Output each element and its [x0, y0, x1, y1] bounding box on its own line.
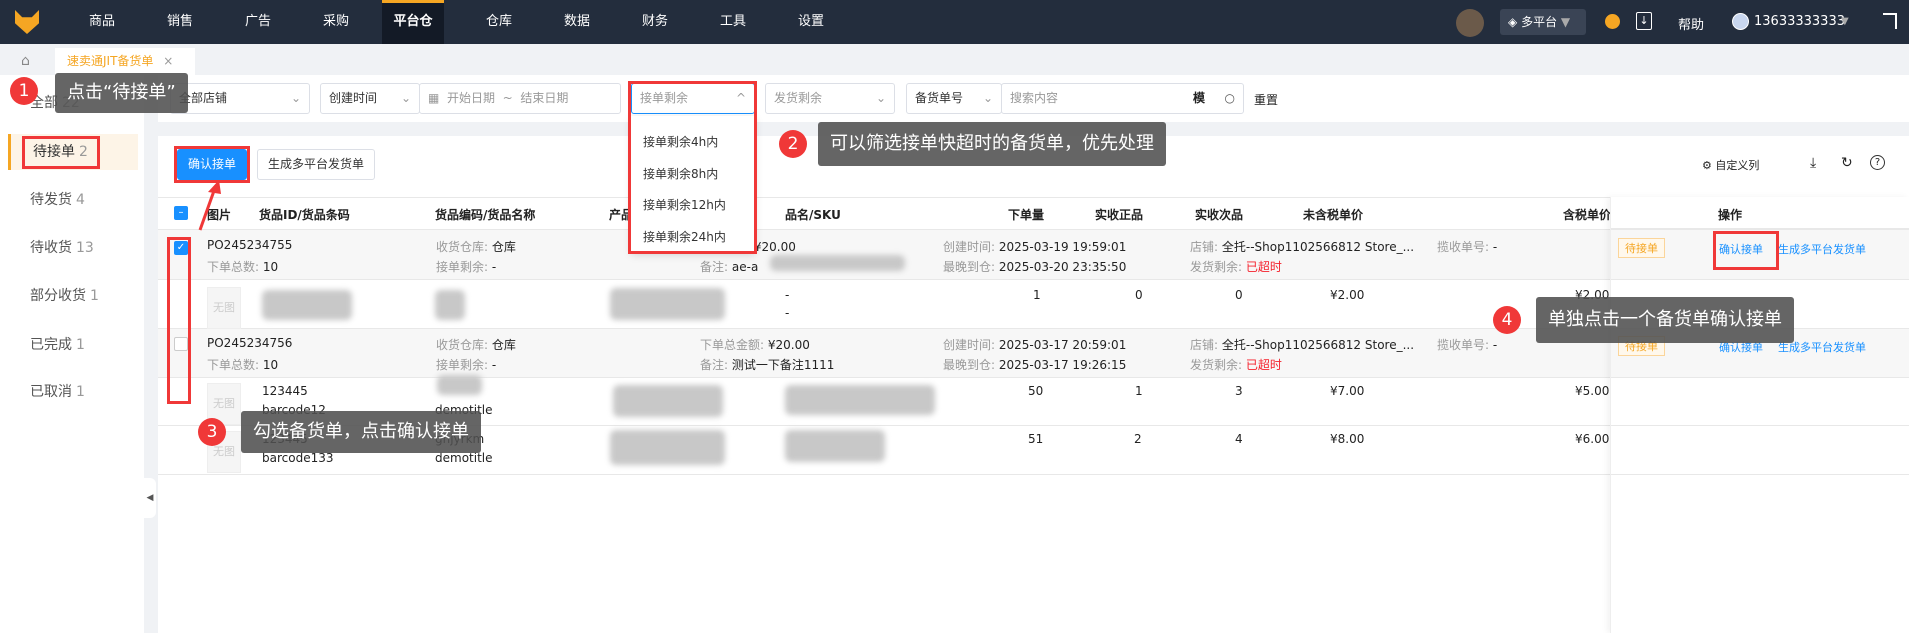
search-icon[interactable]: ○ — [1225, 84, 1235, 113]
order-warehouse: 仓库 — [491, 240, 516, 254]
shop-select[interactable]: 全部店铺 ⌄ — [170, 83, 310, 114]
nav-item-data[interactable]: 数据 — [547, 0, 607, 44]
col-order-qty: 下单量 — [1008, 208, 1045, 222]
highlight-box — [167, 237, 191, 404]
annotation-4-badge: 4 — [1493, 306, 1521, 334]
highlight-box — [628, 81, 757, 254]
col-item-id: 货品ID/货品条码 — [259, 208, 350, 222]
fuzzy-toggle[interactable]: 模 — [1193, 84, 1205, 113]
col-sku: 品名/SKU — [785, 208, 841, 222]
col-actions: 操作 — [1718, 208, 1743, 222]
date-range-input[interactable]: ▦ 开始日期 ~ 结束日期 — [419, 83, 621, 114]
col-received-good: 实收正品 — [1095, 208, 1144, 222]
home-icon[interactable]: ⌂ — [21, 53, 30, 69]
col-price-ex-tax: 未含税单价 — [1303, 208, 1364, 222]
user-name[interactable]: 13633333333 — [1754, 14, 1845, 29]
annotation-3-badge: 3 — [198, 418, 226, 446]
sidebar-item-pending-receive[interactable]: 待收货 13 — [8, 230, 138, 266]
annotation-4-text: 单独点击一个备货单确认接单 — [1536, 297, 1794, 343]
collapse-sidebar-handle[interactable]: ◀ — [144, 478, 156, 518]
no-image-placeholder: 无图 — [207, 287, 241, 329]
platform-switch[interactable]: ◈ 多平台 ▼ — [1500, 9, 1586, 35]
reset-button[interactable]: 重置 — [1254, 91, 1278, 108]
chevron-down-icon: ⌄ — [400, 91, 411, 105]
nav-item-ads[interactable]: 广告 — [228, 0, 288, 44]
sidebar-item-pending-ship[interactable]: 待发货 4 — [8, 182, 138, 218]
filter-bar: 全部店铺 ⌄ 创建时间 ⌄ ▦ 开始日期 ~ 结束日期 接单剩余 ^ 发货剩余 ⌄ 备货… — [158, 75, 1909, 122]
platform-icon: ◈ — [1508, 15, 1518, 29]
order-po: PO245234755 — [207, 238, 293, 252]
chevron-down-icon: ⌄ — [982, 91, 993, 105]
status-badge: 待接单 — [1618, 238, 1665, 258]
caret-down-icon: ▼ — [1560, 15, 1571, 29]
notification-bulb-icon[interactable] — [1605, 14, 1620, 29]
top-nav: 商品 销售 广告 采购 平台仓 仓库 数据 财务 工具 设置 ◈ 多平台 ▼ ↓… — [0, 0, 1909, 44]
help-link[interactable]: 帮助 — [1678, 14, 1704, 33]
nav-item-tools[interactable]: 工具 — [703, 0, 763, 44]
chevron-down-icon: ⌄ — [875, 91, 886, 105]
generate-shipment-link[interactable]: 生成多平台发货单 — [1778, 241, 1866, 257]
sidebar-item-cancelled[interactable]: 已取消 1 — [8, 374, 138, 410]
time-type-select[interactable]: 创建时间 ⌄ — [320, 83, 420, 114]
export-icon[interactable]: ⤓ — [1810, 155, 1816, 171]
download-icon[interactable]: ↓ — [1636, 12, 1652, 30]
platform-label: 多平台 — [1521, 15, 1558, 29]
col-price-inc-tax: 含税单价 — [1563, 208, 1612, 222]
highlight-box — [22, 136, 100, 169]
annotation-1-badge: 1 — [10, 77, 38, 105]
order-total-qty: 10 — [262, 260, 279, 274]
gear-icon: ⚙ — [1702, 159, 1712, 172]
refresh-icon[interactable]: ↻ — [1841, 155, 1853, 171]
user-avatar[interactable] — [1732, 13, 1749, 30]
nav-item-purchase[interactable]: 采购 — [306, 0, 366, 44]
search-input[interactable]: 搜索内容 模 ○ — [1001, 83, 1244, 114]
annotation-2-badge: 2 — [779, 130, 807, 158]
nav-item-finance[interactable]: 财务 — [625, 0, 685, 44]
calendar-icon: ▦ — [428, 91, 440, 105]
custom-columns-button[interactable]: ⚙ 自定义列 — [1702, 157, 1759, 173]
order-no-select[interactable]: 备货单号 ⌄ — [906, 83, 1002, 114]
highlight-box — [1713, 231, 1779, 270]
arrow-icon — [198, 180, 221, 231]
user-caret-icon[interactable]: ▼ — [1841, 16, 1849, 27]
nav-item-warehouse[interactable]: 仓库 — [469, 0, 529, 44]
close-tab-icon[interactable]: × — [163, 54, 173, 68]
logo-icon[interactable] — [15, 10, 39, 34]
col-received-defect: 实收次品 — [1195, 208, 1244, 222]
annotation-1-text: 点击“待接单” — [55, 73, 188, 113]
chevron-down-icon: ⌄ — [290, 91, 301, 105]
nav-item-products[interactable]: 商品 — [72, 0, 132, 44]
nav-item-platform-warehouse[interactable]: 平台仓 — [382, 0, 444, 44]
generate-shipment-button[interactable]: 生成多平台发货单 — [257, 149, 376, 180]
annotation-3-text: 勾选备货单，点击确认接单 — [241, 411, 481, 453]
select-all-checkbox[interactable]: – — [174, 206, 188, 220]
fullscreen-icon[interactable] — [1883, 13, 1897, 29]
nav-item-sales[interactable]: 销售 — [150, 0, 210, 44]
col-item-code: 货品编码/货品名称 — [435, 208, 536, 222]
tab-bar: ⌂ 速卖通JIT备货单 × — [0, 44, 1909, 75]
sidebar-item-partial-receive[interactable]: 部分收货 1 — [8, 278, 138, 314]
tab-jit-stock-order[interactable]: 速卖通JIT备货单 × — [55, 48, 195, 75]
ship-remaining-select[interactable]: 发货剩余 ⌄ — [765, 83, 895, 114]
annotation-2-text: 可以筛选接单快超时的备货单，优先处理 — [818, 122, 1166, 166]
store-avatar[interactable] — [1456, 9, 1484, 37]
help-icon[interactable]: ? — [1870, 155, 1885, 170]
order-amount: ¥20.00 — [753, 240, 796, 254]
sidebar-item-completed[interactable]: 已完成 1 — [8, 327, 138, 363]
nav-item-settings[interactable]: 设置 — [781, 0, 841, 44]
tab-label: 速卖通JIT备货单 — [67, 54, 154, 68]
order-remark: ae-a — [731, 260, 759, 274]
